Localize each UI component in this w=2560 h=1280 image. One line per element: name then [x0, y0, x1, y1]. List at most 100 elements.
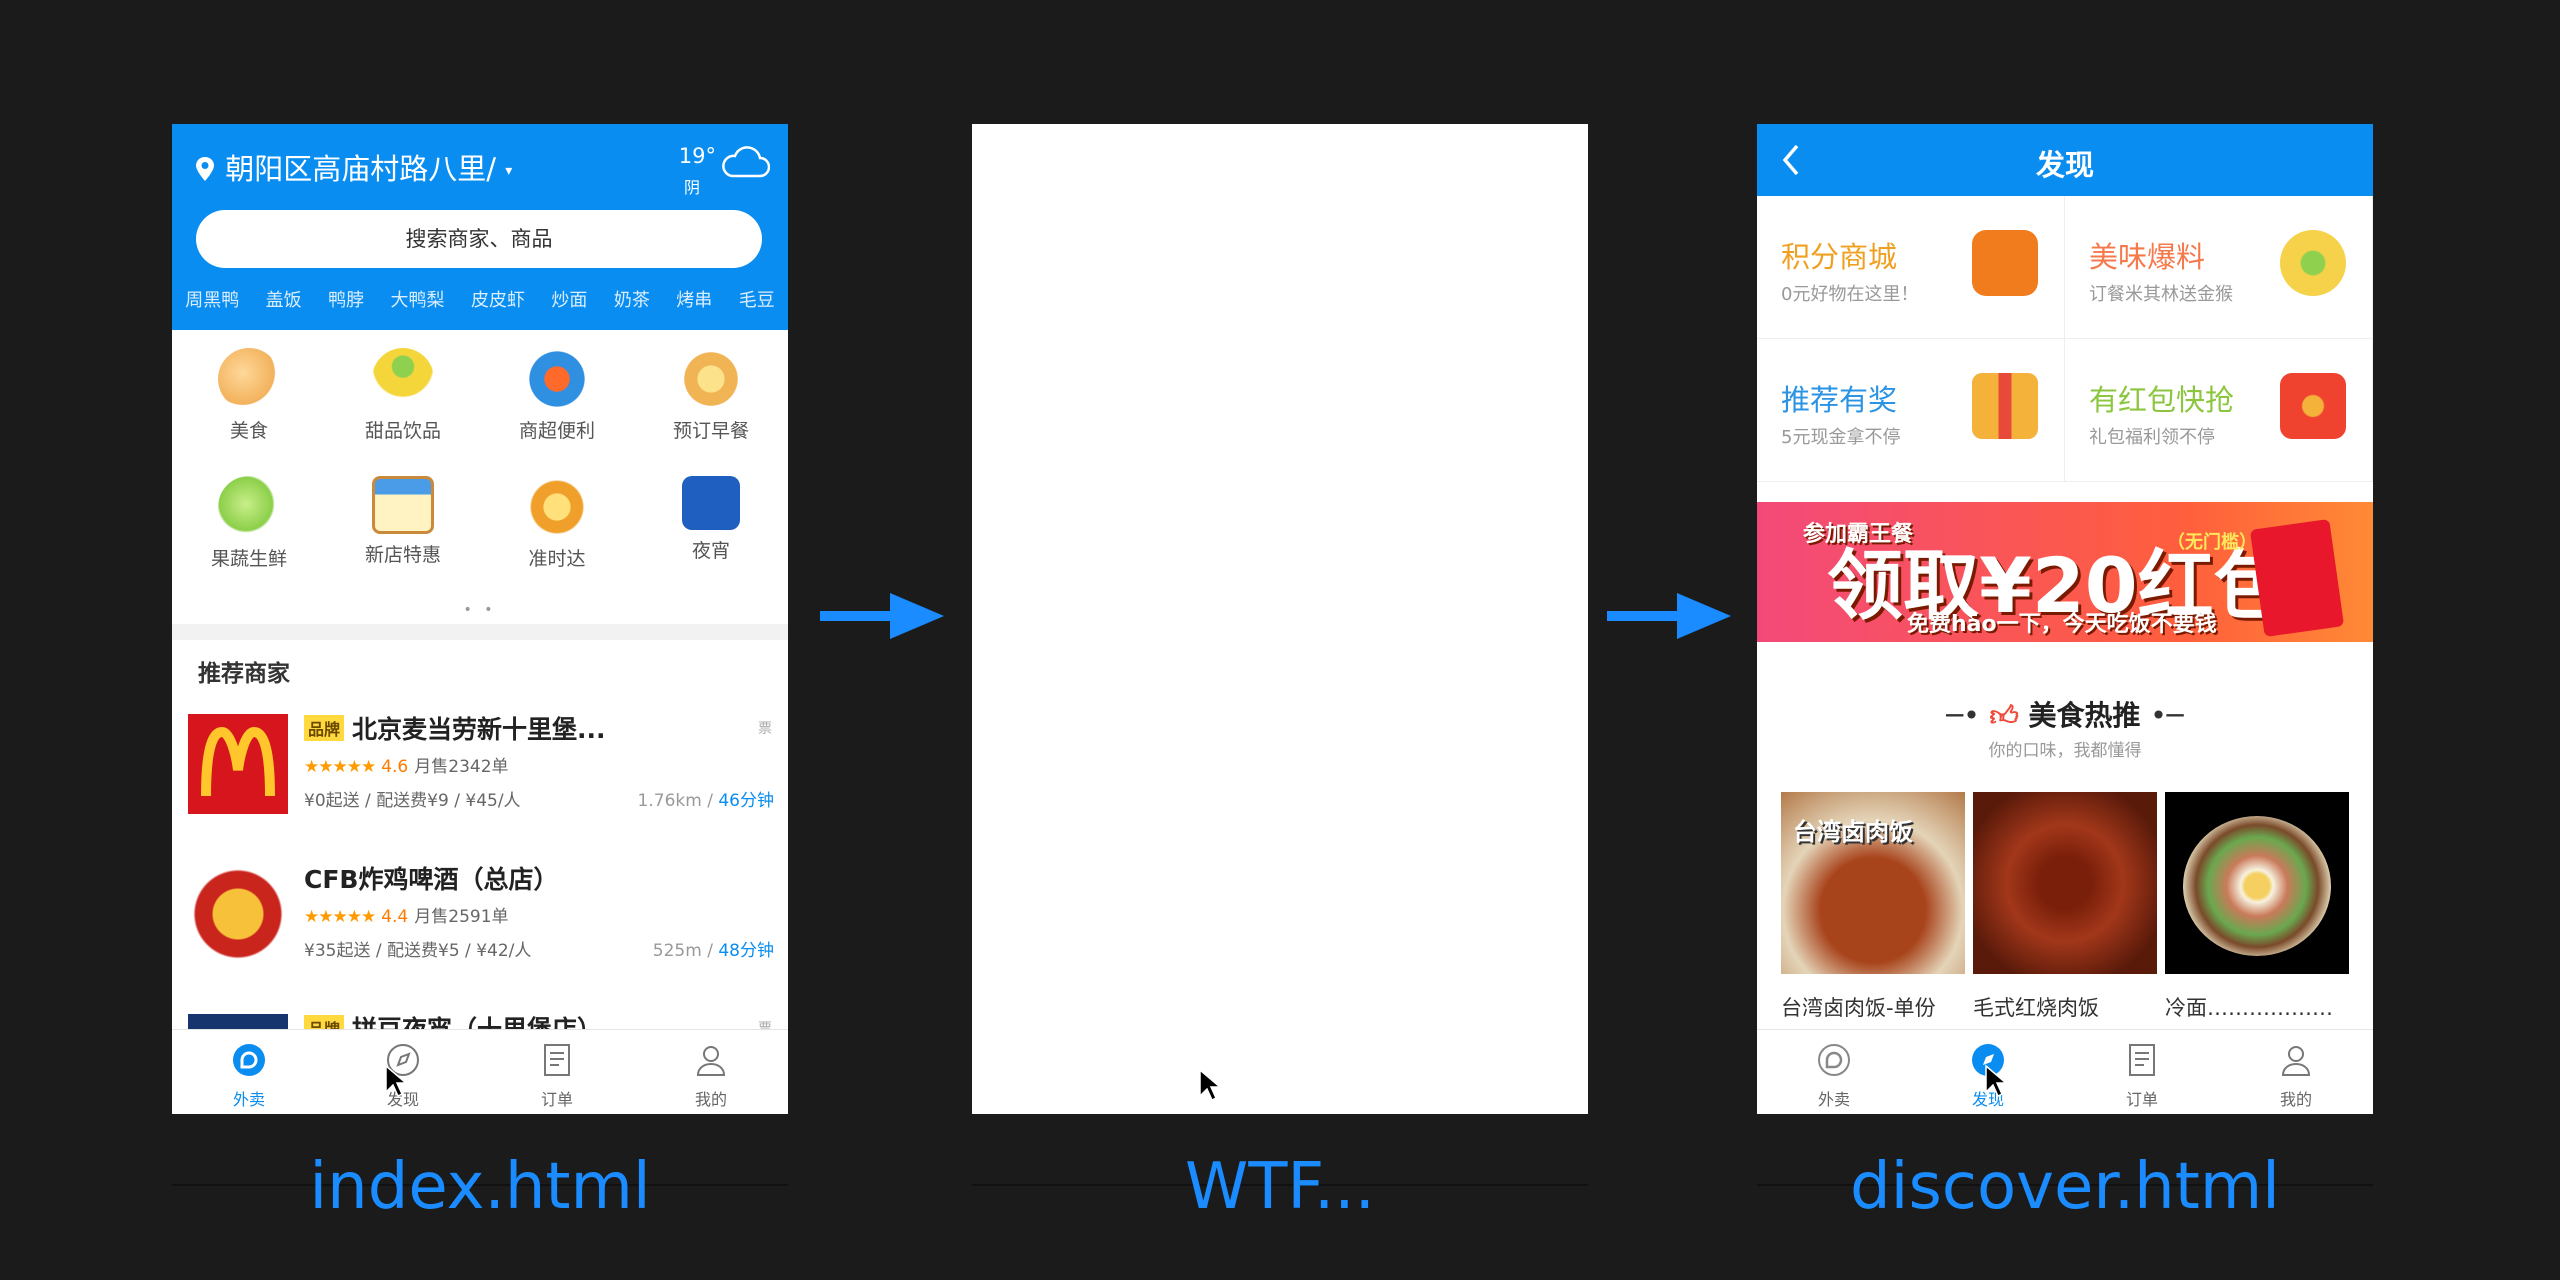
category-night[interactable]: 夜宵: [634, 468, 788, 596]
distance: 525m: [652, 941, 702, 961]
card-food-news[interactable]: 美味爆料 订餐米其林送金猴: [2065, 196, 2373, 339]
monthly-sales: 月售2591单: [414, 907, 509, 927]
page-title: 发现: [2035, 148, 2094, 182]
hot-word[interactable]: 毛豆: [739, 286, 775, 312]
category-food[interactable]: 美食: [172, 340, 326, 468]
banner-tag: （无门槛）: [2167, 532, 2257, 553]
tab-mine[interactable]: 我的: [2219, 1030, 2373, 1114]
food-item[interactable]: 毛式红烧肉饭: [1973, 792, 2157, 1022]
section-title: ─• 👍︎ 美食热推 •─: [1757, 694, 2373, 734]
food-image: [1973, 792, 2157, 974]
weather-condition: 阴: [683, 178, 700, 197]
tab-label: 外卖: [232, 1090, 265, 1109]
takeout-icon: [1818, 1044, 1850, 1076]
category-label: 预订早餐: [672, 420, 749, 442]
m-arch-icon: [201, 726, 275, 797]
card-title: 有红包快抢: [2089, 383, 2235, 417]
hot-word[interactable]: 鸭脖: [328, 286, 364, 312]
hot-word[interactable]: 周黑鸭: [185, 286, 239, 312]
card-red-packet[interactable]: 有红包快抢 礼包福利领不停: [2065, 339, 2373, 482]
hot-word[interactable]: 烤串: [676, 286, 712, 312]
mouse-cursor-icon: [385, 1064, 406, 1098]
card-points-mall[interactable]: 积分商城 0元好物在这里！: [1757, 196, 2065, 339]
caption-index: index.html: [309, 1150, 651, 1224]
section-title-text: 美食热推: [2028, 699, 2141, 732]
category-breakfast[interactable]: 预订早餐: [634, 340, 788, 468]
card-title: 美味爆料: [2089, 240, 2206, 274]
night-market-icon: [682, 476, 740, 530]
min-order: ¥0起送: [304, 791, 360, 811]
dessert-icon: [372, 348, 434, 410]
shop-name: 品牌 北京麦当劳新十里堡...: [304, 710, 606, 746]
gift-icon: [1972, 373, 2038, 439]
tab-label: 订单: [2125, 1090, 2158, 1109]
food-item[interactable]: 台湾卤肉饭 台湾卤肉饭-单份: [1781, 792, 1965, 1022]
thumbs-up-icon: 👍︎: [1989, 699, 2019, 732]
supermarket-icon: [526, 348, 588, 410]
tab-label: 外卖: [1817, 1090, 1850, 1109]
delivery-time: 46分钟: [718, 791, 774, 811]
category-supermarket[interactable]: 商超便利: [480, 340, 634, 468]
shop-distance: 1.76km / 46分钟: [637, 791, 774, 811]
mouse-cursor-icon: [1985, 1064, 2006, 1098]
discover-screen: 发现 积分商城 0元好物在这里！ 美味爆料 订餐米其林送金猴 推荐有奖 5元现金…: [1757, 124, 2373, 1114]
tab-mine[interactable]: 我的: [634, 1030, 788, 1114]
shopping-bag-icon: [1972, 230, 2038, 296]
delivery-fee: 配送费¥9: [376, 791, 449, 811]
food-name: 冷面………………: [2165, 996, 2333, 1020]
brand-badge: 品牌: [304, 715, 345, 741]
hot-words: 周黑鸭 盖饭 鸭脖 大鸭梨 皮皮虾 炒面 奶茶 烤串 毛豆: [172, 286, 788, 312]
delivery-time: 48分钟: [718, 941, 774, 961]
category-grid: 美食 甜品饮品 商超便利 预订早餐 果蔬生鲜 新店特惠 准时达 夜宵: [172, 340, 788, 596]
section-divider: [172, 624, 788, 640]
category-label: 新店特惠: [364, 544, 441, 566]
dash-left-icon: ─•: [1946, 699, 1980, 732]
hot-word[interactable]: 炒面: [551, 286, 587, 312]
tab-bar: 外卖 发现 订单 我的: [1757, 1029, 2373, 1114]
hot-word[interactable]: 皮皮虾: [471, 286, 525, 312]
caption-discover: discover.html: [1850, 1150, 2280, 1224]
rating-stars: ★★★★★: [304, 907, 376, 927]
category-label: 美食: [229, 420, 268, 442]
category-label: 准时达: [528, 548, 586, 570]
card-referral[interactable]: 推荐有奖 5元现金拿不停: [1757, 339, 2065, 482]
category-dessert[interactable]: 甜品饮品: [326, 340, 480, 468]
hot-word[interactable]: 大鸭梨: [391, 286, 445, 312]
invoice-badge: 票: [758, 721, 772, 737]
food-list: 台湾卤肉饭 台湾卤肉饭-单份 毛式红烧肉饭 冷面………………: [1781, 792, 2349, 1022]
category-label: 甜品饮品: [364, 420, 441, 442]
food-image-overlay-text: 台湾卤肉饭: [1793, 818, 1913, 846]
banner-line3: 免费hāo一下，今天吃饭不要钱: [1907, 612, 2217, 637]
shop-item[interactable]: CFB炸鸡啤酒（总店） ★★★★★ 4.4 月售2591单 ¥35起送 / 配送费¥…: [172, 846, 788, 994]
red-envelope-icon: [2249, 518, 2345, 638]
promo-banner[interactable]: 参加霸王餐 领取¥20红包 （无门槛） 免费hāo一下，今天吃饭不要钱: [1757, 502, 2373, 642]
card-subtitle: 5元现金拿不停: [1781, 427, 1901, 448]
shop-rating: ★★★★★ 4.6 月售2342单: [304, 752, 509, 777]
discover-header: 发现: [1757, 124, 2373, 196]
food-item[interactable]: 冷面………………: [2165, 792, 2349, 1022]
tab-order[interactable]: 订单: [2065, 1030, 2219, 1114]
hot-word[interactable]: 盖饭: [266, 286, 302, 312]
shop-item[interactable]: 品牌 北京麦当劳新十里堡... 票 ★★★★★ 4.6 月售2342单 ¥0起送 / …: [172, 696, 788, 844]
location-pin-icon: [196, 157, 214, 181]
feature-grid: 积分商城 0元好物在这里！ 美味爆料 订餐米其林送金猴 推荐有奖 5元现金拿不停…: [1757, 196, 2373, 482]
category-label: 夜宵: [691, 540, 730, 562]
hot-word[interactable]: 奶茶: [614, 286, 650, 312]
tab-takeout[interactable]: 外卖: [172, 1030, 326, 1114]
shop-name-text: 北京麦当劳新十里堡...: [352, 715, 606, 744]
category-fruit[interactable]: 果蔬生鲜: [172, 468, 326, 596]
card-title: 推荐有奖: [1781, 383, 1898, 417]
category-new-shop[interactable]: 新店特惠: [326, 468, 480, 596]
cfb-logo: [188, 864, 288, 964]
search-input[interactable]: 搜索商家、商品: [196, 210, 762, 268]
tab-order[interactable]: 订单: [480, 1030, 634, 1114]
category-on-time[interactable]: 准时达: [480, 468, 634, 596]
tab-takeout[interactable]: 外卖: [1757, 1030, 1911, 1114]
blank-screen: [972, 124, 1588, 1114]
location-selector[interactable]: 朝阳区高庙村路八里/ ▾: [194, 146, 512, 188]
order-icon: [544, 1044, 570, 1076]
food-name: 台湾卤肉饭-单份: [1781, 996, 1936, 1020]
new-shop-icon: [372, 476, 434, 534]
delivery-fee: 配送费¥5: [387, 941, 460, 961]
rating-stars: ★★★★★: [304, 757, 376, 777]
